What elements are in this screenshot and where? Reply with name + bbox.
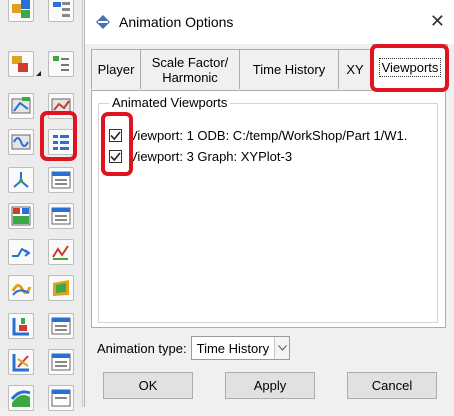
- animated-viewports-group: Animated Viewports Viewport: 1 ODB: C:/t…: [98, 95, 438, 323]
- xy-data-manager-icon[interactable]: [48, 167, 74, 193]
- list-tree-icon[interactable]: [48, 51, 74, 77]
- ok-button-label: OK: [138, 378, 158, 393]
- report-grid-icon[interactable]: [48, 385, 74, 411]
- flyout-arrow-icon: [36, 71, 41, 76]
- data-grid-icon[interactable]: [48, 349, 74, 375]
- tab-bar: Player Scale Factor/ Harmonic Time Histo…: [91, 44, 451, 92]
- tab-label: XY: [346, 62, 364, 77]
- part-tool-icon[interactable]: [8, 0, 34, 22]
- toolbox-row: [6, 162, 78, 198]
- path-icon[interactable]: [8, 239, 34, 265]
- apply-button-label: Apply: [253, 378, 287, 393]
- chevron-down-icon[interactable]: [274, 337, 290, 359]
- toolbox-row: [6, 344, 78, 380]
- ok-button[interactable]: OK: [103, 372, 193, 399]
- tab-xy[interactable]: XY: [338, 49, 372, 89]
- tab-viewports[interactable]: Viewports: [372, 44, 448, 90]
- display-group-icon[interactable]: [8, 51, 34, 77]
- toolbox-row: [6, 308, 78, 344]
- tab-label: Player: [97, 62, 135, 77]
- tab-label: Viewports: [378, 58, 442, 77]
- contour-plot-icon[interactable]: [8, 385, 34, 411]
- checkmark-icon: [110, 130, 121, 140]
- checkmark-icon: [110, 151, 121, 161]
- toolbox-row: [6, 270, 78, 306]
- apply-button[interactable]: Apply: [225, 372, 315, 399]
- toolbox-row: [6, 0, 78, 36]
- animation-type-value: Time History: [196, 340, 270, 356]
- animation-type-label: Animation type:: [97, 340, 187, 356]
- animation-options-dialog: Animation Options ✕ Player Scale Factor/…: [84, 0, 454, 407]
- animate-time-history-icon[interactable]: [48, 93, 74, 119]
- animation-options-icon[interactable]: [48, 129, 74, 155]
- view-cut-icon[interactable]: [8, 349, 34, 375]
- toolbox-row: [6, 124, 78, 160]
- viewport-label: Viewport: 3 Graph: XYPlot-3: [129, 148, 293, 164]
- app-diamond-icon: [95, 14, 111, 30]
- dialog-title: Animation Options: [119, 14, 234, 30]
- viewport-row[interactable]: Viewport: 3 Graph: XYPlot-3: [109, 147, 292, 165]
- tab-label: Scale Factor/ Harmonic: [151, 54, 229, 85]
- animate-scale-icon[interactable]: [8, 93, 34, 119]
- toolbox-row: [6, 46, 78, 82]
- dialog-titlebar: Animation Options ✕: [85, 0, 454, 44]
- table-icon[interactable]: [48, 203, 74, 229]
- report-table-icon[interactable]: [48, 313, 74, 339]
- viewports-tab-pane: Animated Viewports Viewport: 1 ODB: C:/t…: [91, 90, 446, 328]
- animate-harmonic-icon[interactable]: [8, 129, 34, 155]
- create-xy-data-icon[interactable]: [8, 167, 34, 193]
- toolbox-row: [6, 198, 78, 234]
- tab-player[interactable]: Player: [91, 49, 141, 89]
- cancel-button[interactable]: Cancel: [347, 372, 437, 399]
- xy-plot-icon[interactable]: [8, 203, 34, 229]
- viewport-checkbox[interactable]: [109, 128, 122, 142]
- toolbox-row: [6, 88, 78, 124]
- tab-scale-factor-harmonic[interactable]: Scale Factor/ Harmonic: [140, 49, 240, 89]
- animation-type-select[interactable]: Time History: [190, 336, 291, 360]
- toolbox-row: [6, 380, 78, 416]
- viewport-label: Viewport: 1 ODB: C:/temp/WorkShop/Part 1…: [129, 127, 408, 143]
- tab-label: Time History: [252, 62, 326, 77]
- contour-map-icon[interactable]: [48, 275, 74, 301]
- grid-list-icon[interactable]: [48, 0, 74, 22]
- cancel-button-label: Cancel: [371, 378, 413, 393]
- tab-time-history[interactable]: Time History: [239, 49, 339, 89]
- stream-icon[interactable]: [8, 275, 34, 301]
- xy-curve-icon[interactable]: [48, 239, 74, 265]
- toolbox-panel: [0, 0, 83, 411]
- animation-type-row: Animation type: Time History: [97, 336, 291, 360]
- free-body-icon[interactable]: [8, 313, 34, 339]
- viewport-row[interactable]: Viewport: 1 ODB: C:/temp/WorkShop/Part 1…: [109, 126, 407, 144]
- group-title: Animated Viewports: [109, 95, 231, 110]
- toolbox-row: [6, 234, 78, 270]
- viewport-checkbox[interactable]: [109, 149, 122, 163]
- close-icon[interactable]: ✕: [430, 12, 445, 30]
